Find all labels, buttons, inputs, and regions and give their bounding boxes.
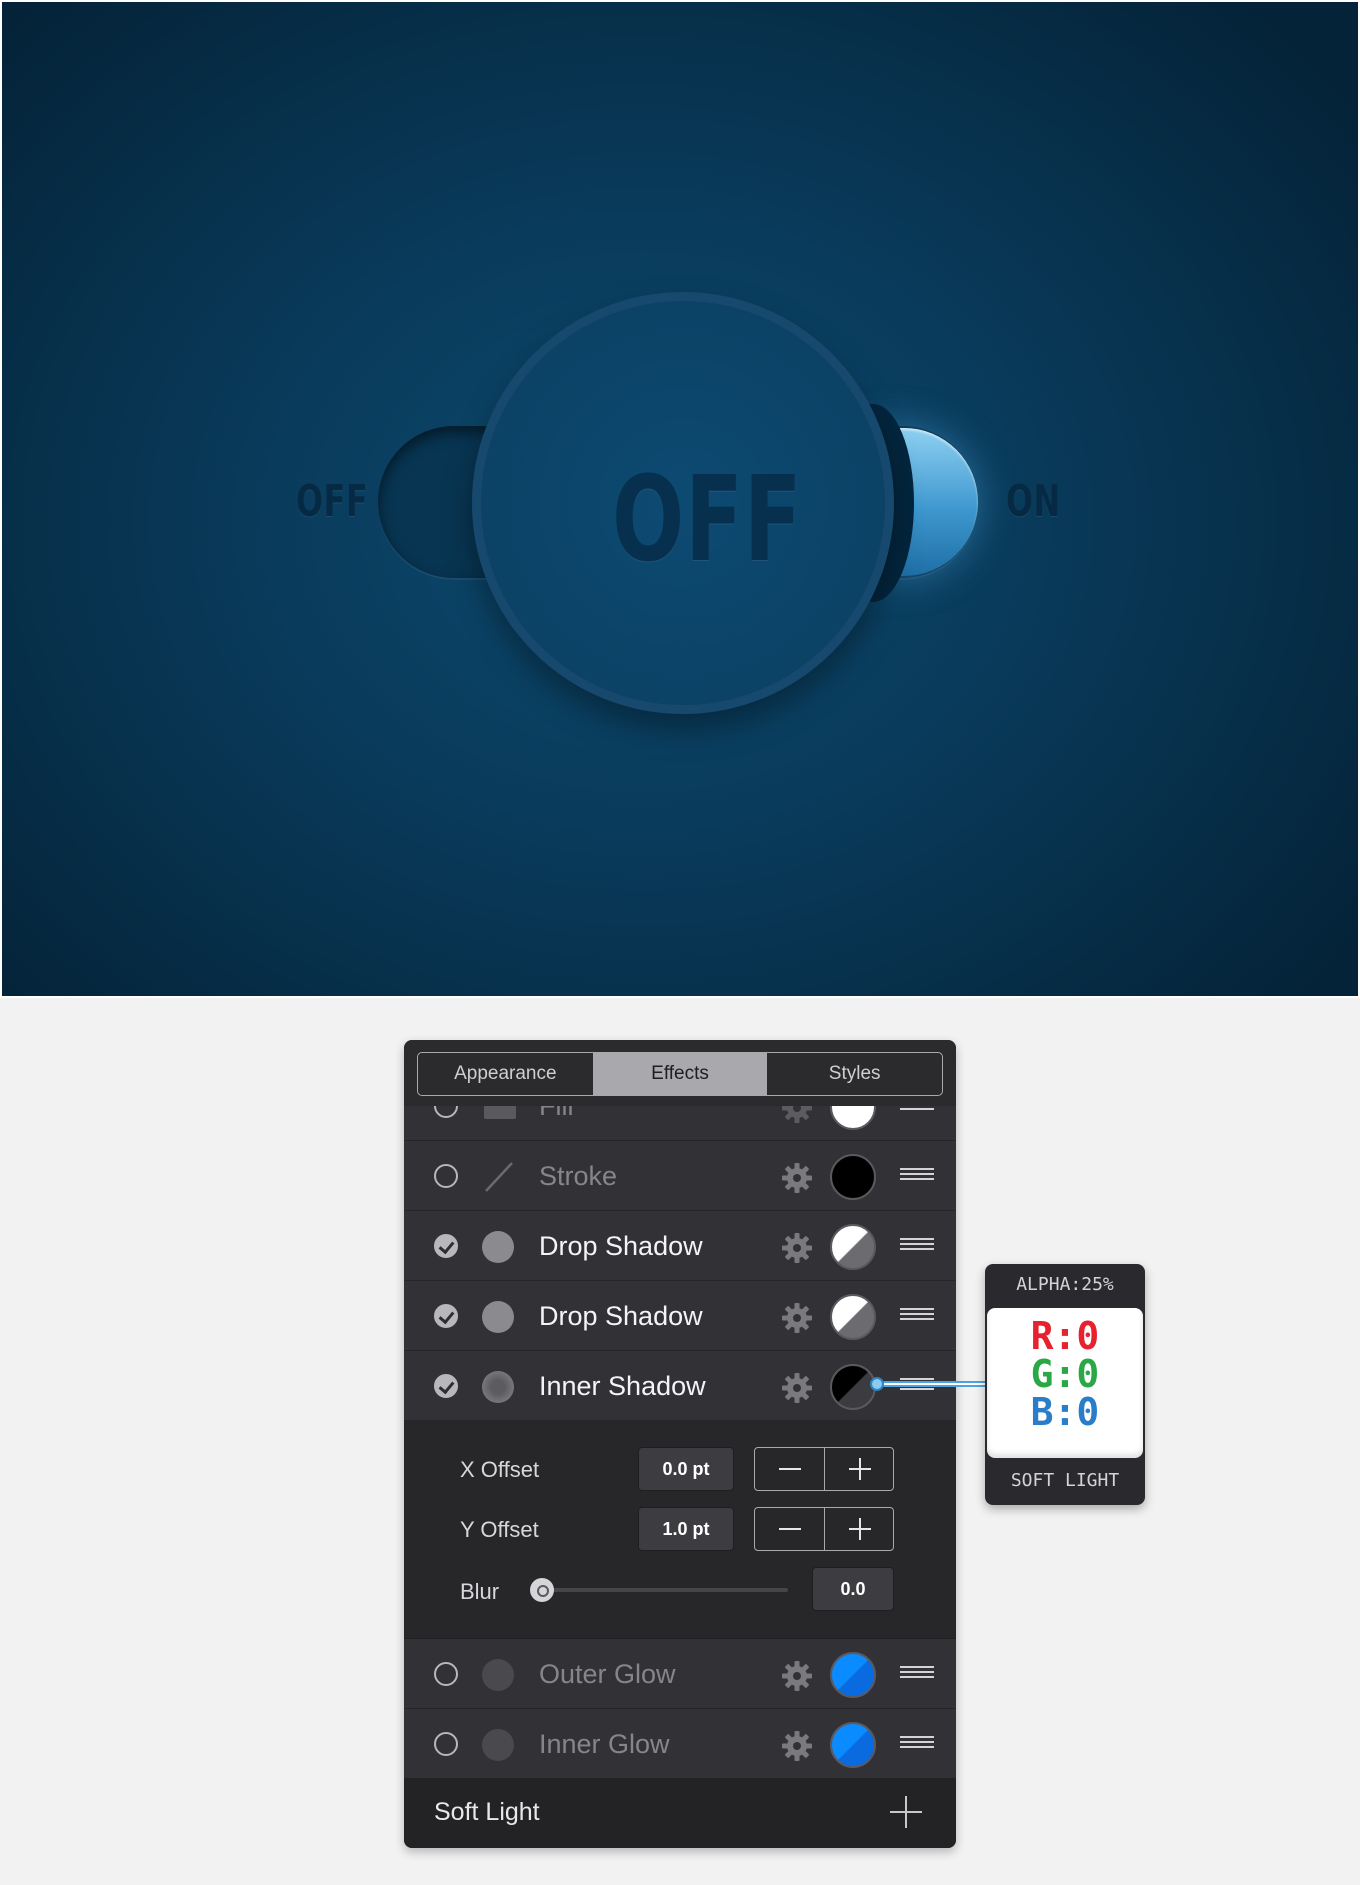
effect-label: Inner Shadow <box>539 1371 706 1401</box>
effect-label: Inner Glow <box>539 1729 670 1759</box>
alpha-value: ALPHA:25% <box>1016 1274 1114 1295</box>
effect-label: Stroke <box>539 1161 618 1191</box>
x-offset-stepper <box>754 1447 894 1491</box>
effect-label: Drop Shadow <box>539 1231 703 1261</box>
x-offset-label: X Offset <box>460 1457 540 1482</box>
color-swatch[interactable] <box>830 1224 876 1270</box>
color-swatch[interactable] <box>830 1106 876 1130</box>
inner-shadow-circle-icon <box>482 1371 514 1403</box>
fill-square-icon <box>484 1106 516 1119</box>
blend-mode-value: SOFT LIGHT <box>1010 1470 1120 1491</box>
toggle-preview: OFF OFF ON <box>0 0 1360 998</box>
drag-handle-icon[interactable] <box>900 1106 934 1114</box>
effect-row-outer-glow[interactable]: Outer Glow <box>404 1639 956 1709</box>
effects-panel: Appearance Effects Styles Fill Stroke Dr… <box>404 1040 956 1848</box>
drag-handle-icon[interactable] <box>900 1666 934 1682</box>
enable-checkbox[interactable] <box>434 1662 458 1686</box>
gear-icon[interactable] <box>780 1106 814 1125</box>
color-swatch[interactable] <box>830 1154 876 1200</box>
y-offset-field[interactable]: 1.0 pt <box>638 1507 734 1551</box>
tab-effects[interactable]: Effects <box>592 1053 768 1095</box>
blue-value: B:0 <box>1030 1390 1100 1434</box>
effect-row-inner-glow[interactable]: Inner Glow <box>404 1709 956 1779</box>
drag-handle-icon[interactable] <box>900 1736 934 1752</box>
effect-row-drop-shadow[interactable]: Drop Shadow <box>404 1281 956 1351</box>
enable-checkbox[interactable] <box>434 1374 458 1398</box>
stroke-line-icon <box>485 1162 513 1192</box>
drag-handle-icon[interactable] <box>900 1238 934 1254</box>
blur-field[interactable]: 0.0 <box>812 1567 894 1611</box>
gear-icon[interactable] <box>780 1729 814 1763</box>
tab-appearance[interactable]: Appearance <box>418 1053 593 1095</box>
y-offset-stepper <box>754 1507 894 1551</box>
on-label-small: ON <box>1006 476 1061 527</box>
color-swatch[interactable] <box>830 1722 876 1768</box>
gear-icon[interactable] <box>780 1161 814 1195</box>
rgb-card: R:0 G:0 B:0 <box>987 1308 1143 1458</box>
panel-header: Appearance Effects Styles <box>404 1040 956 1106</box>
blur-slider-track[interactable] <box>534 1588 788 1592</box>
blur-label: Blur <box>460 1579 500 1604</box>
effect-row-stroke[interactable]: Stroke <box>404 1141 956 1211</box>
effects-list: Fill Stroke Drop Shadow Drop Shadow Inne… <box>404 1106 956 1779</box>
effect-label: Fill <box>539 1106 574 1121</box>
off-label-magnified: OFF <box>612 450 803 588</box>
color-swatch[interactable] <box>830 1364 876 1410</box>
color-swatch[interactable] <box>830 1652 876 1698</box>
enable-checkbox[interactable] <box>434 1732 458 1756</box>
add-effect-button[interactable] <box>890 1796 922 1828</box>
gear-icon[interactable] <box>780 1371 814 1405</box>
enable-checkbox[interactable] <box>434 1234 458 1258</box>
x-offset-field[interactable]: 0.0 pt <box>638 1447 734 1491</box>
glow-circle-icon <box>482 1729 514 1761</box>
tab-styles[interactable]: Styles <box>767 1053 942 1095</box>
effect-row-drop-shadow[interactable]: Drop Shadow <box>404 1211 956 1281</box>
gear-icon[interactable] <box>780 1231 814 1265</box>
gear-icon[interactable] <box>780 1659 814 1693</box>
effect-label: Outer Glow <box>539 1659 676 1689</box>
color-info-tooltip: ALPHA:25% R:0 G:0 B:0 SOFT LIGHT <box>985 1264 1145 1505</box>
enable-checkbox[interactable] <box>434 1106 458 1118</box>
enable-checkbox[interactable] <box>434 1304 458 1328</box>
drag-handle-icon[interactable] <box>900 1308 934 1324</box>
y-offset-label: Y Offset <box>460 1517 539 1542</box>
enable-checkbox[interactable] <box>434 1164 458 1188</box>
drag-handle-icon[interactable] <box>900 1168 934 1184</box>
x-offset-decrement-button[interactable] <box>755 1448 825 1490</box>
effect-row-fill[interactable]: Fill <box>404 1106 956 1141</box>
blur-slider-thumb[interactable] <box>530 1578 554 1602</box>
glow-circle-icon <box>482 1659 514 1691</box>
x-offset-increment-button[interactable] <box>825 1448 894 1490</box>
effect-label: Drop Shadow <box>539 1301 703 1331</box>
inner-shadow-settings: X Offset 0.0 pt Y Offset 1.0 pt Blur 0.0 <box>404 1421 956 1639</box>
tab-bar: Appearance Effects Styles <box>417 1052 943 1096</box>
tooltip-connector <box>878 1381 988 1387</box>
blend-mode-label[interactable]: Soft Light <box>434 1798 540 1827</box>
shadow-circle-icon <box>482 1301 514 1333</box>
color-swatch[interactable] <box>830 1294 876 1340</box>
tooltip-anchor-dot <box>870 1377 884 1391</box>
y-offset-increment-button[interactable] <box>825 1508 894 1550</box>
y-offset-decrement-button[interactable] <box>755 1508 825 1550</box>
shadow-circle-icon <box>482 1231 514 1263</box>
gear-icon[interactable] <box>780 1301 814 1335</box>
off-label-small: OFF <box>296 476 369 527</box>
panel-footer: Soft Light <box>404 1778 956 1848</box>
